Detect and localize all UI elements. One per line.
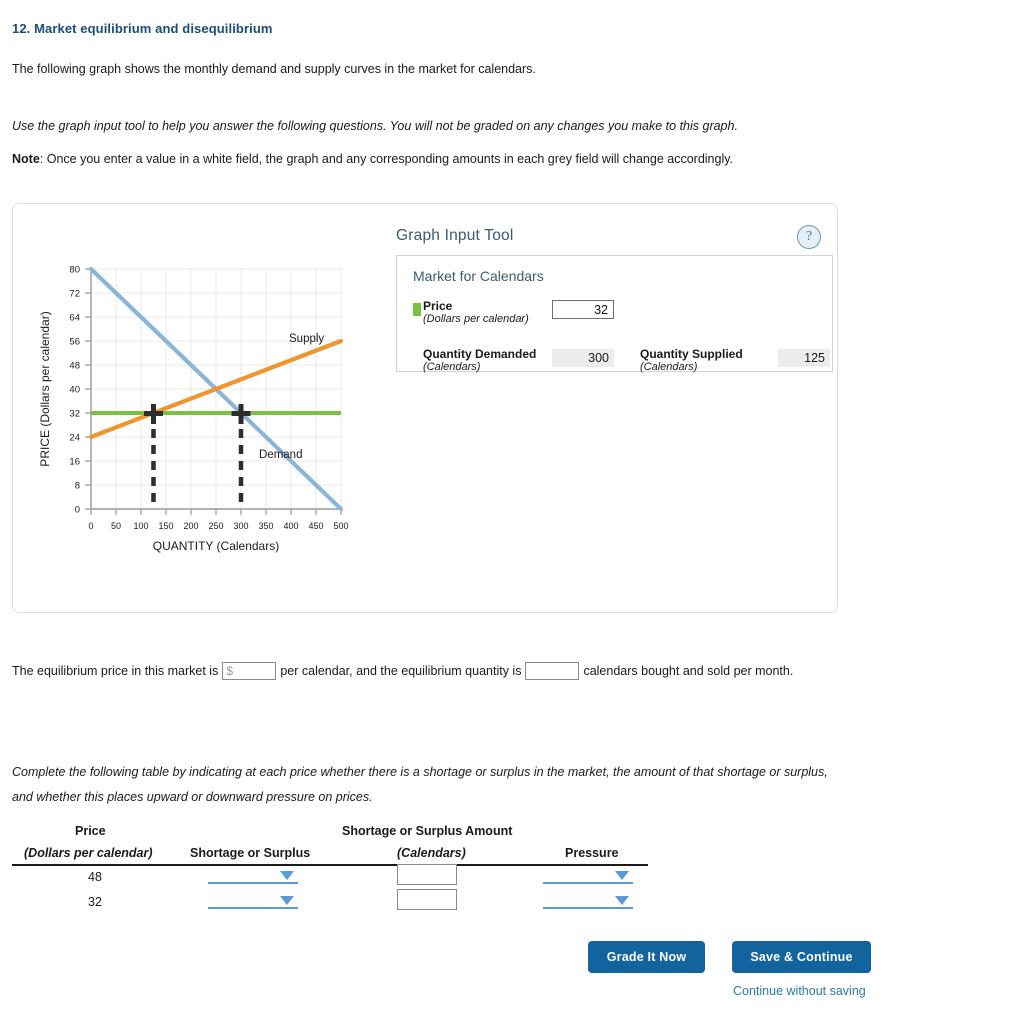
y-tick-72: 72 — [69, 289, 80, 300]
header-price: Price — [75, 824, 106, 838]
header-pressure: Pressure — [565, 846, 619, 860]
quantity-supplied-value: 125 — [778, 349, 830, 367]
price-input[interactable] — [552, 300, 614, 319]
x-tick-350: 350 — [258, 521, 273, 531]
y-tick-64: 64 — [69, 313, 80, 324]
quantity-supplied-units: (Calendars) — [640, 360, 698, 373]
equilibrium-part1: The equilibrium price in this market is — [12, 664, 219, 678]
quantity-supplied-label: Quantity Supplied (Calendars) — [640, 348, 743, 373]
x-tick-150: 150 — [158, 521, 173, 531]
header-price-units: (Dollars per calendar) — [24, 846, 153, 860]
table-intro-line1: Complete the following table by indicati… — [12, 765, 828, 779]
x-tick-50: 50 — [111, 521, 121, 531]
chevron-down-icon — [280, 896, 294, 905]
x-tick-100: 100 — [133, 521, 148, 531]
graph-input-tool-title: Graph Input Tool — [396, 227, 514, 244]
quantity-supplied-marker — [144, 404, 163, 424]
equilibrium-part2: per calendar, and the equilibrium quanti… — [280, 664, 522, 678]
y-tick-40: 40 — [69, 385, 80, 396]
market-title: Market for Calendars — [413, 268, 544, 284]
y-tick-56: 56 — [69, 337, 80, 348]
pressure-dropdown-row1[interactable] — [543, 868, 633, 884]
instruction-text: Use the graph input tool to help you ans… — [12, 119, 738, 133]
y-tick-8: 8 — [75, 481, 80, 492]
x-tick-300: 300 — [233, 521, 248, 531]
help-icon[interactable]: ? — [797, 225, 821, 249]
price-color-swatch — [413, 303, 421, 316]
equilibrium-part3: calendars bought and sold per month. — [583, 664, 794, 678]
save-and-continue-button[interactable]: Save & Continue — [732, 941, 871, 973]
continue-without-saving-link[interactable]: Continue without saving — [733, 984, 866, 998]
table-intro-line2: and whether this places upward or downwa… — [12, 790, 373, 804]
table-header-rule — [12, 864, 648, 866]
y-tick-48: 48 — [69, 361, 80, 372]
equilibrium-sentence: The equilibrium price in this market is … — [12, 662, 793, 680]
chevron-down-icon — [615, 871, 629, 880]
pressure-dropdown-row2[interactable] — [543, 893, 633, 909]
quantity-supplied-label-text: Quantity Supplied — [640, 347, 743, 361]
x-axis-title: QUANTITY (Calendars) — [153, 539, 279, 553]
price-label-text: Price — [423, 299, 453, 313]
header-amount-units: (Calendars) — [397, 846, 466, 860]
y-axis-ticks — [85, 268, 91, 510]
quantity-demanded-units: (Calendars) — [423, 360, 481, 373]
x-tick-400: 400 — [283, 521, 298, 531]
intro-text: The following graph shows the monthly de… — [12, 62, 536, 76]
chevron-down-icon — [280, 871, 294, 880]
supply-demand-chart: 80 72 64 56 48 40 32 24 16 8 0 0 50 100 — [21, 259, 366, 569]
note-text: Note: Once you enter a value in a white … — [12, 152, 733, 166]
equilibrium-quantity-input[interactable] — [525, 662, 580, 680]
x-axis-ticks — [90, 509, 342, 515]
header-shortage-or-surplus: Shortage or Surplus — [190, 846, 311, 860]
supply-label: Supply — [289, 333, 324, 345]
y-tick-24: 24 — [69, 433, 80, 444]
y-tick-80: 80 — [69, 265, 80, 276]
amount-input-row1[interactable] — [397, 864, 457, 885]
x-tick-500: 500 — [333, 521, 348, 531]
chart-svg: 80 72 64 56 48 40 32 24 16 8 0 0 50 100 — [38, 265, 349, 554]
quantity-demanded-value: 300 — [552, 349, 614, 367]
table-row: 32 — [75, 895, 115, 909]
y-tick-16: 16 — [69, 457, 80, 468]
x-tick-450: 450 — [308, 521, 323, 531]
price-units: (Dollars per calendar) — [423, 312, 529, 325]
row-price-value: 48 — [88, 870, 102, 884]
note-label: Note — [12, 152, 40, 166]
demand-label: Demand — [259, 449, 302, 461]
y-axis-title: PRICE (Dollars per calendar) — [38, 311, 52, 466]
header-amount: Shortage or Surplus Amount — [342, 824, 513, 838]
amount-input-row2[interactable] — [397, 889, 457, 910]
x-tick-250: 250 — [208, 521, 223, 531]
graph-panel: 80 72 64 56 48 40 32 24 16 8 0 0 50 100 — [12, 203, 838, 613]
table-row: 48 — [75, 870, 115, 884]
note-body: : Once you enter a value in a white fiel… — [39, 152, 734, 166]
x-tick-0: 0 — [88, 521, 93, 531]
shortage-or-surplus-dropdown-row1[interactable] — [208, 868, 298, 884]
y-tick-32: 32 — [69, 409, 80, 420]
chevron-down-icon — [615, 896, 629, 905]
quantity-demanded-label: Quantity Demanded (Calendars) — [423, 348, 536, 373]
row-price-value: 32 — [88, 895, 102, 909]
page-title: 12. Market equilibrium and disequilibriu… — [12, 21, 273, 36]
market-box: Market for Calendars Price (Dollars per … — [396, 255, 833, 373]
shortage-or-surplus-dropdown-row2[interactable] — [208, 893, 298, 909]
x-tick-200: 200 — [183, 521, 198, 531]
price-label: Price (Dollars per calendar) — [423, 300, 529, 325]
grade-it-now-button[interactable]: Grade It Now — [588, 941, 705, 973]
y-tick-labels: 80 72 64 56 48 40 32 24 16 8 0 — [69, 265, 80, 516]
y-tick-0: 0 — [75, 505, 80, 516]
quantity-demanded-label-text: Quantity Demanded — [423, 347, 537, 361]
equilibrium-price-input[interactable]: $ — [222, 662, 277, 680]
x-tick-labels: 0 50 100 150 200 250 300 350 400 450 500 — [88, 521, 348, 531]
